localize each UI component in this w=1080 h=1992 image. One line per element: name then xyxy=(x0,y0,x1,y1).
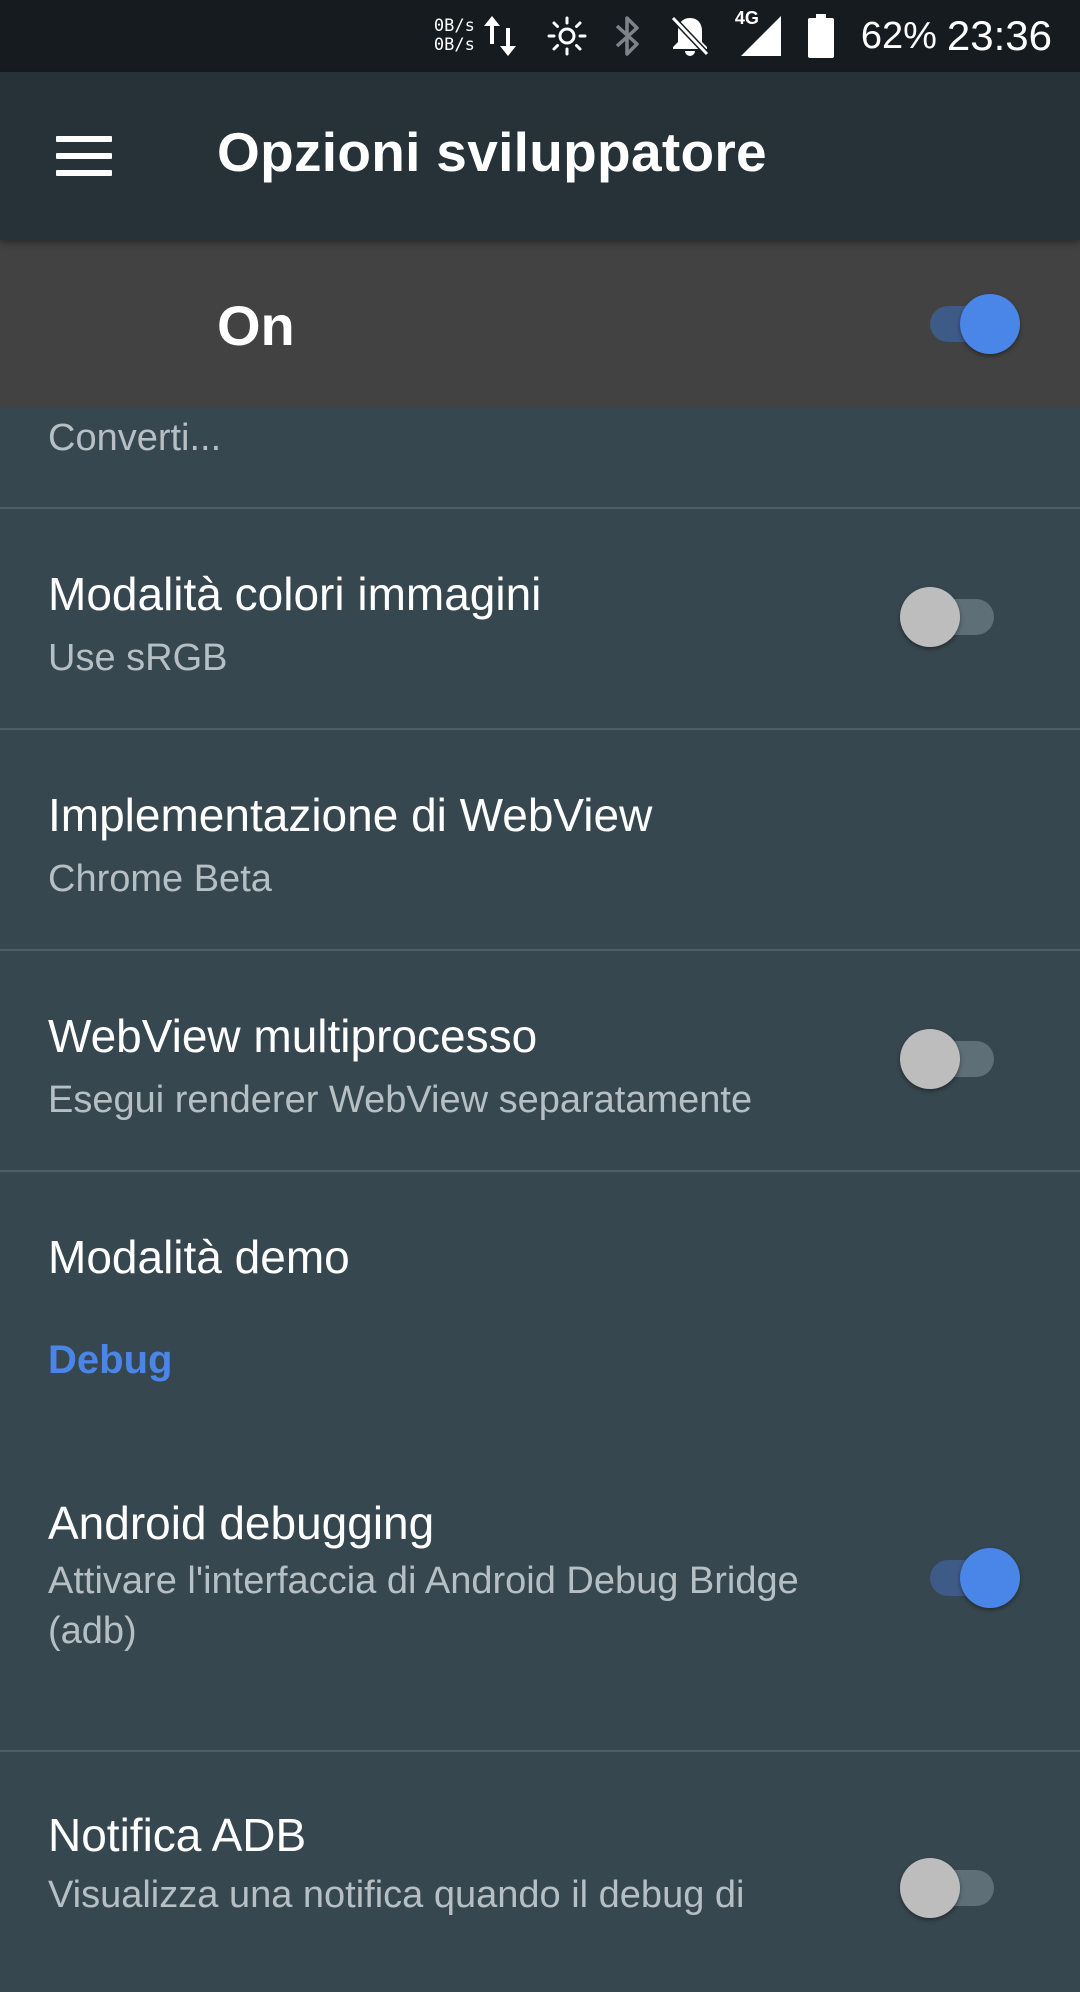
adb-notification-toggle[interactable] xyxy=(900,1856,1000,1920)
list-item-webview-implementation[interactable]: Implementazione di WebView Chrome Beta xyxy=(0,730,1080,951)
list-item-subtitle: Converti... xyxy=(48,417,222,459)
app-bar: Opzioni sviluppatore xyxy=(0,72,1080,240)
net-up-speed: 0B/s xyxy=(433,16,475,36)
android-debugging-toggle[interactable] xyxy=(920,1546,1020,1610)
list-item-android-debugging[interactable]: Android debugging Attivare l'interfaccia… xyxy=(0,1472,1080,1752)
list-item-title: Implementazione di WebView xyxy=(48,789,653,841)
list-item-title: Notifica ADB xyxy=(48,1809,307,1861)
battery-icon xyxy=(807,13,835,59)
clock: 23:36 xyxy=(946,12,1052,59)
list-item-subtitle: Chrome Beta xyxy=(48,858,272,900)
network-speed: 0B/s 0B/s xyxy=(434,17,475,55)
data-transfer-icon xyxy=(483,14,517,58)
net-down-speed: 0B/s xyxy=(433,35,475,55)
page-title: Opzioni sviluppatore xyxy=(217,121,767,183)
brightness-icon xyxy=(547,16,587,56)
settings-list: Converti... Modalità colori immagini Use… xyxy=(0,407,1080,1992)
network-type: 4G xyxy=(734,8,759,28)
master-toggle-switch[interactable] xyxy=(920,292,1020,356)
notifications-off-icon xyxy=(669,14,711,58)
list-item-subtitle: Esegui renderer WebView separatamente xyxy=(48,1079,753,1121)
master-switch-row[interactable]: On xyxy=(0,240,1080,407)
list-item-title: Android debugging xyxy=(48,1497,435,1549)
list-item-title: Modalità demo xyxy=(48,1231,350,1283)
list-item-title: Modalità colori immagini xyxy=(48,568,542,620)
list-item-partial[interactable]: Converti... xyxy=(0,405,1080,509)
list-item-subtitle: Attivare l'interfaccia di Android Debug … xyxy=(48,1560,799,1652)
picture-color-mode-toggle[interactable] xyxy=(900,585,1000,649)
section-header: Debug xyxy=(48,1338,173,1382)
status-bar: 0B/s 0B/s 4G 62% 23:36 xyxy=(0,0,1080,72)
signal-icon: 4G xyxy=(735,8,783,58)
list-item-title: WebView multiprocesso xyxy=(48,1010,538,1062)
webview-multiprocess-toggle[interactable] xyxy=(900,1027,1000,1091)
list-item-adb-notification[interactable]: Notifica ADB Visualizza una notifica qua… xyxy=(0,1752,1080,1992)
list-item-subtitle: Use sRGB xyxy=(48,637,228,679)
master-switch-label: On xyxy=(217,294,295,357)
list-item-webview-multiprocess[interactable]: WebView multiprocesso Esegui renderer We… xyxy=(0,951,1080,1172)
battery-percent: 62% xyxy=(860,14,937,57)
list-item-picture-color-mode[interactable]: Modalità colori immagini Use sRGB xyxy=(0,509,1080,730)
list-item-demo-mode[interactable]: Modalità demo xyxy=(0,1172,1080,1332)
section-debug: Debug xyxy=(0,1332,1080,1472)
menu-icon[interactable] xyxy=(56,136,112,176)
bluetooth-icon xyxy=(613,14,643,58)
list-item-subtitle: Visualizza una notifica quando il debug … xyxy=(48,1874,745,1916)
